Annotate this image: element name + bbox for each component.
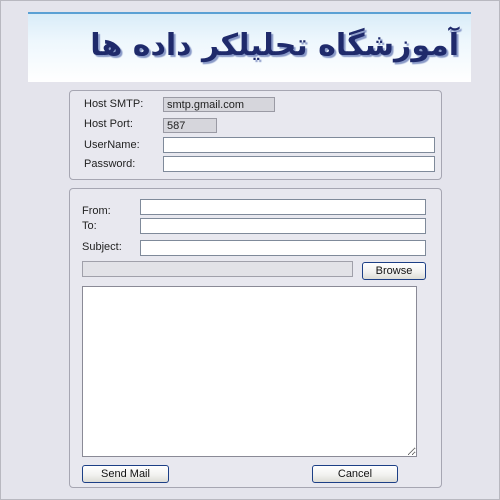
attachment-path-field[interactable] (82, 261, 353, 277)
username-input[interactable] (163, 137, 435, 153)
banner-title: آموزشگاه تحلیلکر داده ها (90, 28, 459, 63)
subject-label: Subject: (82, 241, 122, 253)
host-smtp-value: smtp.gmail.com (163, 97, 275, 112)
subject-input[interactable] (140, 240, 426, 256)
from-label: From: (82, 205, 111, 217)
password-input[interactable] (163, 156, 435, 172)
cancel-button[interactable]: Cancel (312, 465, 398, 483)
to-label: To: (82, 220, 97, 232)
host-smtp-label: Host SMTP: (84, 98, 144, 110)
message-body-textarea[interactable] (82, 286, 417, 457)
send-mail-button[interactable]: Send Mail (82, 465, 169, 483)
username-label: UserName: (84, 139, 140, 151)
header-banner: آموزشگاه تحلیلکر داده ها (28, 12, 471, 82)
host-port-value: 587 (163, 118, 217, 133)
to-input[interactable] (140, 218, 426, 234)
password-label: Password: (84, 158, 136, 170)
browse-button[interactable]: Browse (362, 262, 426, 280)
host-port-label: Host Port: (84, 118, 133, 130)
from-input[interactable] (140, 199, 426, 215)
